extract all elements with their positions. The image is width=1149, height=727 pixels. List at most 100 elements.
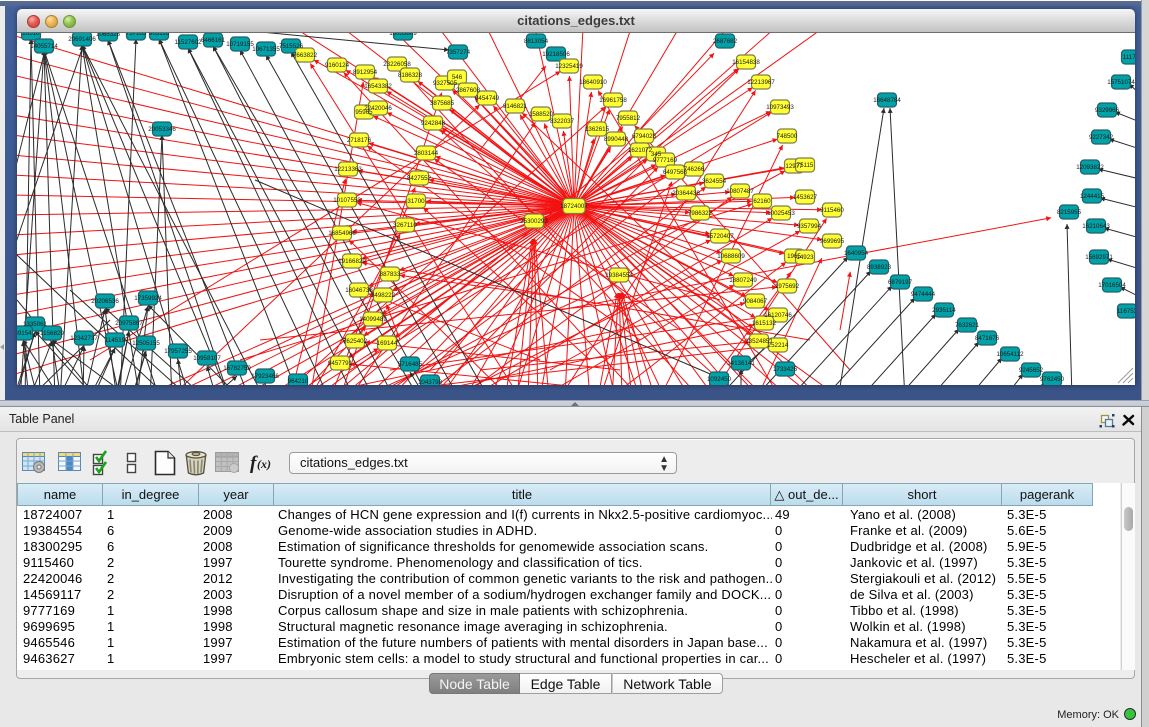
svg-text:16961758: 16961758 bbox=[599, 97, 627, 104]
svg-text:2718176: 2718176 bbox=[347, 137, 372, 144]
svg-text:6794028: 6794028 bbox=[632, 133, 657, 140]
svg-text:7955812: 7955812 bbox=[616, 115, 641, 122]
svg-text:9457791: 9457791 bbox=[328, 360, 353, 367]
svg-text:10025453: 10025453 bbox=[767, 210, 795, 217]
svg-text:1733426: 1733426 bbox=[773, 366, 798, 373]
svg-text:16648784: 16648784 bbox=[873, 97, 901, 104]
svg-text:39154: 39154 bbox=[17, 330, 32, 337]
svg-text:7515526: 7515526 bbox=[279, 43, 304, 50]
svg-text:5716485: 5716485 bbox=[398, 361, 423, 368]
svg-text:17957255: 17957255 bbox=[164, 348, 192, 355]
svg-text:16154838: 16154838 bbox=[732, 59, 760, 66]
svg-text:8813054: 8813054 bbox=[524, 38, 549, 45]
svg-text:887833: 887833 bbox=[380, 271, 401, 278]
svg-text:12213363: 12213363 bbox=[334, 166, 362, 173]
svg-text:6466161: 6466161 bbox=[201, 37, 226, 44]
svg-text:964210: 964210 bbox=[288, 378, 309, 385]
svg-text:19384554: 19384554 bbox=[605, 272, 633, 279]
svg-text:10807487: 10807487 bbox=[726, 188, 754, 195]
svg-text:9115460: 9115460 bbox=[820, 207, 844, 214]
svg-text:11175: 11175 bbox=[1123, 54, 1135, 61]
svg-text:62160: 62160 bbox=[753, 198, 771, 205]
svg-text:12505155: 12505155 bbox=[132, 340, 160, 347]
svg-text:8938923: 8938923 bbox=[867, 264, 892, 271]
svg-text:114519: 114519 bbox=[105, 337, 126, 344]
svg-text:10688609: 10688609 bbox=[717, 253, 745, 260]
svg-text:20206536: 20206536 bbox=[91, 298, 119, 305]
svg-text:9242848: 9242848 bbox=[421, 120, 446, 127]
svg-text:1588520: 1588520 bbox=[529, 111, 554, 118]
svg-text:75115: 75115 bbox=[797, 162, 814, 169]
svg-text:8912954: 8912954 bbox=[353, 69, 378, 76]
svg-text:8990448: 8990448 bbox=[604, 136, 629, 143]
svg-text:23226058: 23226058 bbox=[383, 61, 411, 68]
svg-text:746266: 746266 bbox=[684, 166, 705, 173]
svg-text:3267110: 3267110 bbox=[393, 222, 417, 229]
svg-text:3875685: 3875685 bbox=[430, 100, 455, 107]
svg-text:12213967: 12213967 bbox=[747, 79, 775, 86]
svg-text:10958107: 10958107 bbox=[193, 355, 221, 362]
svg-text:7625402: 7625402 bbox=[343, 338, 368, 345]
svg-text:9762450: 9762450 bbox=[1040, 376, 1065, 383]
svg-text:16854966: 16854966 bbox=[328, 230, 356, 237]
svg-text:22420046: 22420046 bbox=[364, 105, 392, 112]
svg-text:1975692: 1975692 bbox=[775, 283, 800, 290]
svg-text:10973493: 10973493 bbox=[766, 104, 794, 111]
svg-text:2867608: 2867608 bbox=[456, 87, 481, 94]
svg-text:8215955: 8215955 bbox=[1057, 209, 1082, 216]
svg-text:252214: 252214 bbox=[768, 342, 789, 349]
svg-text:20975867: 20975867 bbox=[115, 320, 143, 327]
svg-text:12093822: 12093822 bbox=[1076, 164, 1104, 171]
svg-text:9357994: 9357994 bbox=[797, 223, 822, 230]
svg-text:15720407: 15720407 bbox=[706, 233, 734, 240]
svg-text:1244415: 1244415 bbox=[1080, 193, 1105, 200]
svg-text:546: 546 bbox=[452, 74, 463, 81]
svg-text:15751074: 15751074 bbox=[1107, 79, 1135, 86]
svg-text:10107553: 10107553 bbox=[333, 197, 361, 204]
svg-text:12342737: 12342737 bbox=[70, 335, 98, 342]
svg-text:18724007: 18724007 bbox=[560, 203, 588, 210]
svg-text:14099489: 14099489 bbox=[359, 316, 387, 323]
svg-text:18807249: 18807249 bbox=[729, 277, 757, 284]
svg-text:2687682: 2687682 bbox=[713, 38, 738, 45]
svg-text:2803144: 2803144 bbox=[414, 150, 439, 157]
svg-text:1335061: 1335061 bbox=[23, 321, 48, 328]
svg-text:169144: 169144 bbox=[377, 340, 398, 347]
svg-text:17016504: 17016504 bbox=[1098, 282, 1126, 289]
svg-text:7663822: 7663822 bbox=[293, 52, 318, 59]
svg-text:9329966: 9329966 bbox=[1095, 107, 1120, 114]
svg-text:9699695: 9699695 bbox=[820, 238, 845, 245]
svg-text:7357274: 7357274 bbox=[446, 49, 471, 56]
svg-text:16782759: 16782759 bbox=[223, 365, 251, 372]
svg-text:3498222: 3498222 bbox=[371, 292, 396, 299]
svg-text:20691406: 20691406 bbox=[68, 36, 96, 43]
svg-text:1043798: 1043798 bbox=[418, 379, 443, 385]
svg-text:9245652: 9245652 bbox=[1019, 367, 1044, 374]
svg-text:14923: 14923 bbox=[796, 254, 814, 261]
svg-text:9084067: 9084067 bbox=[743, 298, 768, 305]
svg-text:2935114: 2935114 bbox=[932, 307, 956, 314]
svg-text:10654112: 10654112 bbox=[996, 351, 1024, 358]
svg-text:19218506: 19218506 bbox=[542, 51, 570, 58]
svg-text:8427552: 8427552 bbox=[407, 175, 432, 182]
svg-text:8322037: 8322037 bbox=[550, 118, 575, 125]
svg-text:7632621: 7632621 bbox=[955, 322, 980, 329]
svg-text:20053346: 20053346 bbox=[148, 126, 176, 133]
svg-text:25300293: 25300293 bbox=[520, 218, 548, 225]
svg-text:8186328: 8186328 bbox=[398, 72, 423, 79]
svg-text:1615132: 1615132 bbox=[752, 320, 777, 327]
svg-text:748500: 748500 bbox=[777, 133, 798, 140]
svg-text:20364436: 20364436 bbox=[672, 190, 700, 197]
svg-text:1621072: 1621072 bbox=[628, 147, 653, 154]
svg-text:9327505: 9327505 bbox=[433, 80, 458, 87]
svg-text:17923466: 17923466 bbox=[251, 373, 279, 380]
svg-text:905116: 905116 bbox=[149, 33, 170, 37]
svg-text:3624554: 3624554 bbox=[702, 178, 727, 185]
svg-text:31700: 31700 bbox=[407, 198, 425, 205]
svg-text:20516: 20516 bbox=[22, 33, 40, 37]
svg-text:16120746: 16120746 bbox=[764, 312, 792, 319]
svg-text:116753: 116753 bbox=[1117, 308, 1135, 315]
svg-text:14136141: 14136141 bbox=[727, 360, 755, 367]
svg-text:8471676: 8471676 bbox=[975, 335, 1000, 342]
svg-text:1640954: 1640954 bbox=[844, 250, 869, 257]
